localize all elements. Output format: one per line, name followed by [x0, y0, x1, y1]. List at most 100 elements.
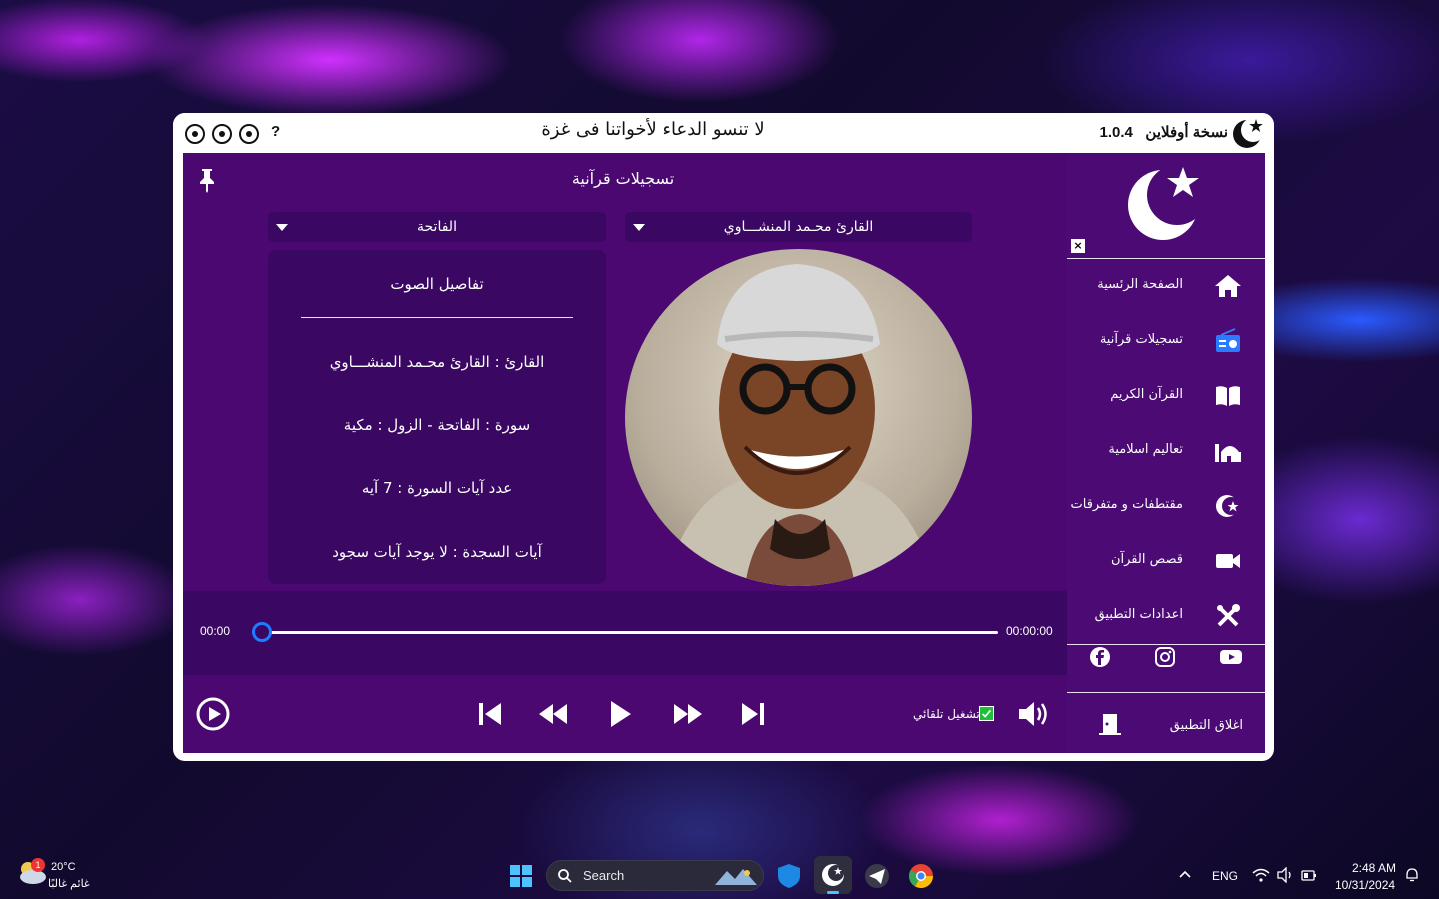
reciter-dropdown[interactable]: القارئ محـمد المنشـــاوي — [625, 212, 972, 242]
chevron-down-icon — [276, 224, 288, 231]
sidebar-item-excerpts[interactable]: مقتطفات و متفرقات — [1067, 481, 1265, 531]
weather-desc: غائم غالبًا — [48, 878, 90, 890]
taskbar-search-box[interactable]: Search — [546, 860, 764, 891]
search-placeholder: Search — [583, 868, 625, 883]
sidebar-item-label: تعاليم اسلامية — [1108, 442, 1183, 457]
app-window: ? لا تنسو الدعاء لأخواتنا فى غزة 1.0.4 ن… — [173, 113, 1274, 761]
motto-text: لا تنسو الدعاء لأخواتنا فى غزة — [541, 119, 765, 140]
telegram-icon[interactable] — [862, 861, 892, 891]
main-panel: تسجيلات قرآنية القارئ محـمد المنشـــاوي … — [183, 153, 1067, 591]
wifi-icon[interactable] — [1252, 867, 1270, 883]
version-label: 1.0.4 نسخة أوفلاين — [1100, 123, 1228, 141]
video-icon — [1216, 554, 1240, 568]
weather-badge: 1 — [31, 858, 45, 872]
player-controls: تشغيل تلقائي — [183, 675, 1067, 753]
weather-temp: 20°C — [51, 861, 76, 873]
exit-door-icon — [1099, 714, 1121, 735]
search-highlight-icon — [715, 869, 757, 885]
home-icon — [1215, 275, 1241, 297]
youtube-icon[interactable] — [1219, 645, 1243, 669]
window-control-button[interactable] — [185, 124, 205, 144]
sidebar-item-teachings[interactable]: تعاليم اسلامية — [1067, 426, 1265, 476]
volume-icon[interactable] — [1016, 697, 1050, 731]
play-circle-icon[interactable] — [196, 697, 230, 731]
rewind-icon[interactable] — [536, 697, 570, 731]
total-time: 00:00:00 — [1006, 624, 1053, 638]
skip-start-icon[interactable] — [473, 697, 507, 731]
search-icon — [558, 869, 572, 883]
divider — [1067, 258, 1265, 259]
book-icon — [1216, 386, 1240, 406]
version-number: 1.0.4 — [1099, 124, 1133, 141]
reciter-dropdown-value: القارئ محـمد المنشـــاوي — [723, 219, 874, 235]
surah-dropdown-value: الفاتحة — [417, 219, 457, 235]
clock-time[interactable]: 2:48 AM — [1352, 861, 1396, 875]
sajda-detail: آيات السجدة : لا يوجد آيات سجود — [332, 543, 542, 561]
version-text: نسخة أوفلاين — [1145, 124, 1228, 141]
taskbar-app-active[interactable] — [814, 856, 852, 894]
active-indicator — [827, 891, 839, 894]
clock-date[interactable]: 10/31/2024 — [1335, 878, 1395, 892]
app-logo-icon — [1233, 118, 1265, 148]
sidebar-item-home[interactable]: الصفحة الرئسية — [1067, 261, 1265, 311]
taskbar: 1 20°C غائم غالبًا Search ENG 2:48 AM 10… — [0, 851, 1439, 899]
sidebar-item-label: القرآن الكريم — [1110, 387, 1183, 402]
pin-icon[interactable] — [197, 167, 217, 193]
language-indicator[interactable]: ENG — [1212, 869, 1238, 883]
sidebar-item-stories[interactable]: قصص القرآن — [1067, 536, 1265, 586]
audio-details-panel: تفاصيل الصوت القارئ : القارئ محـمد المنش… — [268, 250, 606, 584]
window-control-button[interactable] — [239, 124, 259, 144]
play-icon[interactable] — [603, 697, 637, 731]
chevron-down-icon — [633, 224, 645, 231]
progress-handle[interactable] — [252, 622, 272, 642]
autoplay-label: تشغيل تلقائي — [913, 707, 980, 721]
speaker-icon[interactable] — [1276, 867, 1294, 883]
sidebar-logo: × — [1067, 153, 1265, 258]
sidebar-item-settings[interactable]: اعدادات التطبيق — [1067, 591, 1265, 641]
exit-label: اغلاق التطبيق — [1169, 718, 1243, 733]
reciter-portrait — [625, 249, 972, 586]
chevron-up-icon[interactable] — [1178, 869, 1192, 879]
divider — [1067, 692, 1265, 693]
close-sidebar-button[interactable]: × — [1071, 239, 1085, 253]
current-time: 00:00 — [200, 624, 231, 638]
sidebar-item-label: تسجيلات قرآنية — [1099, 332, 1183, 347]
autoplay-checkbox[interactable] — [979, 706, 994, 721]
fast-forward-icon[interactable] — [671, 697, 705, 731]
facebook-icon[interactable] — [1088, 645, 1112, 669]
notification-bell-icon[interactable] — [1404, 867, 1420, 883]
title-bar: ? لا تنسو الدعاء لأخواتنا فى غزة 1.0.4 ن… — [173, 113, 1274, 153]
settings-tools-icon — [1217, 604, 1240, 627]
sidebar-item-quran[interactable]: القرآن الكريم — [1067, 371, 1265, 421]
app-body: تسجيلات قرآنية القارئ محـمد المنشـــاوي … — [183, 153, 1265, 753]
surah-dropdown[interactable]: الفاتحة — [268, 212, 606, 242]
reciter-detail: القارئ : القارئ محـمد المنشـــاوي — [329, 353, 545, 371]
window-control-button[interactable] — [212, 124, 232, 144]
sidebar: × الصفحة الرئسية تسجيلات قرآنية القرآن ا… — [1067, 153, 1265, 753]
exit-app-button[interactable]: اغلاق التطبيق — [1067, 699, 1265, 753]
defender-shield-icon[interactable] — [774, 861, 804, 891]
details-title: تفاصيل الصوت — [390, 275, 484, 293]
divider — [301, 317, 573, 318]
sidebar-item-label: قصص القرآن — [1110, 552, 1183, 567]
verses-detail: عدد آيات السورة : 7 آيه — [361, 479, 513, 497]
app-taskbar-icon — [822, 864, 844, 886]
radio-icon — [1216, 328, 1240, 352]
surah-detail: سورة : الفاتحة - الزول : مكية — [343, 416, 531, 434]
skip-end-icon[interactable] — [736, 697, 770, 731]
instagram-icon[interactable] — [1153, 645, 1177, 669]
sidebar-item-recordings[interactable]: تسجيلات قرآنية — [1067, 316, 1265, 366]
progress-section: 00:00 00:00:00 — [183, 591, 1067, 675]
start-windows-icon[interactable] — [506, 861, 536, 891]
sidebar-item-label: مقتطفات و متفرقات — [1070, 497, 1184, 512]
crescent-star-logo-icon — [1128, 165, 1207, 240]
chrome-icon[interactable] — [906, 861, 936, 891]
mosque-icon — [1215, 444, 1241, 462]
page-title: تسجيلات قرآنية — [571, 169, 675, 188]
sidebar-item-label: الصفحة الرئسية — [1097, 277, 1183, 292]
help-button[interactable]: ? — [271, 123, 280, 140]
sidebar-item-label: اعدادات التطبيق — [1094, 607, 1183, 622]
progress-track[interactable] — [262, 631, 998, 634]
battery-icon[interactable] — [1300, 867, 1318, 883]
crescent-star-icon — [1216, 495, 1240, 517]
